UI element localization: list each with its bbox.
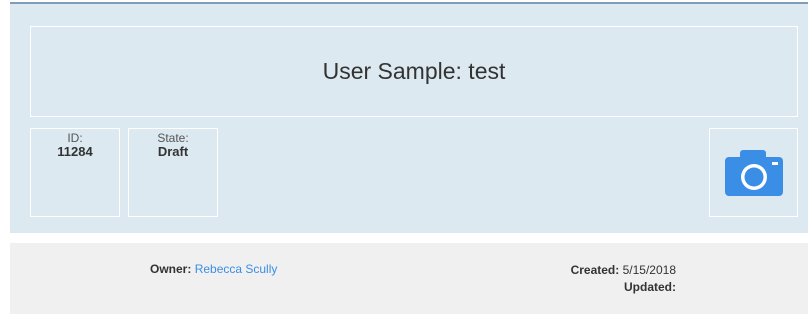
state-label: State: [157,131,189,145]
created-row: Created: 5/15/2018 [571,262,676,279]
record-footer: Owner: Rebecca Scully Created: 5/15/2018… [10,243,808,314]
id-value: 11284 [57,144,93,159]
updated-label: Updated: [624,280,676,294]
id-label: ID: [67,131,83,145]
owner-link[interactable]: Rebecca Scully [195,262,278,276]
state-value: Draft [157,144,189,159]
page-title: User Sample: test [322,58,506,84]
owner-label: Owner: [150,262,192,276]
camera-icon [724,149,783,196]
state-box: State: Draft [128,128,218,217]
created-label: Created: [570,263,620,277]
title-box: User Sample: test [30,26,798,117]
owner-info: Owner: Rebecca Scully [150,262,277,276]
photo-upload-button[interactable] [709,128,798,217]
created-value: 5/15/2018 [622,263,676,277]
id-box: ID: 11284 [30,128,120,217]
updated-row: Updated: [571,279,676,296]
record-header: User Sample: test ID: 11284 State: Draft [10,2,808,233]
dates-info: Created: 5/15/2018 Updated: [571,262,676,296]
